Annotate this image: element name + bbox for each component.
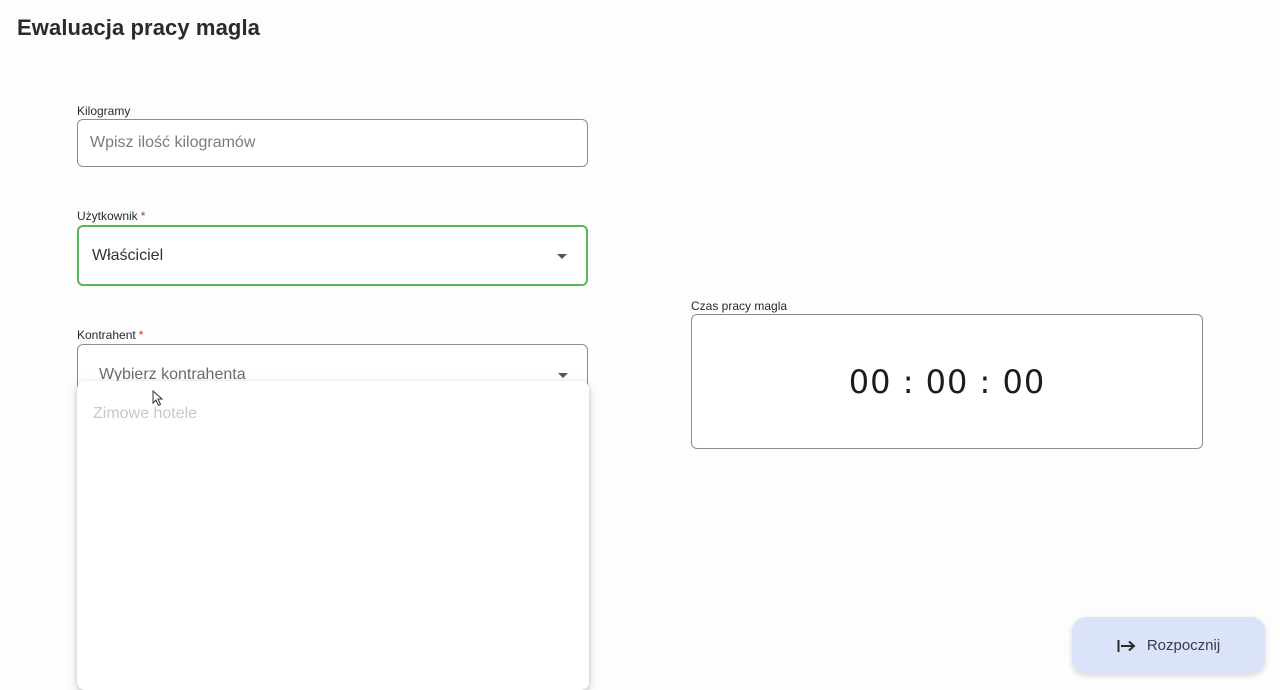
required-marker: * <box>138 328 144 342</box>
start-button-label: Rozpocznij <box>1146 637 1221 654</box>
contractor-label-text: Kontrahent <box>77 328 136 342</box>
start-button[interactable]: Rozpocznij <box>1072 617 1265 674</box>
required-marker: * <box>140 209 146 223</box>
user-select-value: Właściciel <box>92 246 164 264</box>
kilograms-label: Kilogramy <box>77 104 130 118</box>
contractor-label: Kontrahent * <box>77 328 143 342</box>
timer-label: Czas pracy magla <box>691 299 787 313</box>
page: Ewaluacja pracy magla Kilogramy Użytkown… <box>0 0 1280 690</box>
arrow-right-to-bar-icon <box>1117 639 1136 652</box>
timer-label-text: Czas pracy magla <box>691 299 788 313</box>
chevron-down-icon <box>558 373 568 378</box>
user-label: Użytkownik * <box>77 209 145 223</box>
user-select[interactable]: Właściciel <box>77 225 588 286</box>
chevron-down-icon <box>557 253 567 259</box>
timer-display: 00 : 00 : 00 <box>691 314 1203 449</box>
kilograms-label-text: Kilogramy <box>77 104 131 118</box>
kilograms-input[interactable] <box>77 119 588 167</box>
timer-value: 00 : 00 : 00 <box>848 362 1046 401</box>
user-label-text: Użytkownik <box>77 209 138 223</box>
page-title: Ewaluacja pracy magla <box>17 15 261 40</box>
dropdown-option[interactable]: Zimowe hotele <box>93 405 197 423</box>
contractor-dropdown: Zimowe hotele <box>77 381 589 690</box>
mouse-cursor-icon <box>152 390 164 407</box>
